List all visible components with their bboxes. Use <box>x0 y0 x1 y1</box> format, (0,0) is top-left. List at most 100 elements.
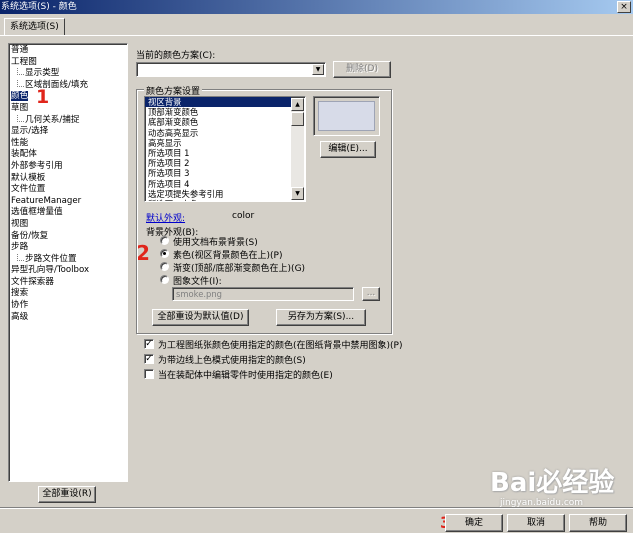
tree-item-label: 文件探索器 <box>11 276 54 287</box>
tree-item[interactable]: 外部参考引用 <box>9 161 127 173</box>
tree-item-label: 搜索 <box>11 288 29 299</box>
tree-item-label: 显示类型 <box>25 68 60 79</box>
image-file-input[interactable]: smoke.png <box>172 287 354 301</box>
background-radio-label[interactable]: 使用文档布景背景(S) <box>173 235 258 248</box>
scheme-select[interactable]: ▼ <box>136 62 326 77</box>
cancel-button[interactable]: 取消 <box>507 514 565 532</box>
tree-item[interactable]: 步路 <box>9 242 127 254</box>
scroll-thumb[interactable] <box>291 112 304 126</box>
help-button[interactable]: 帮助 <box>569 514 627 532</box>
close-icon: × <box>620 2 628 12</box>
tree-item[interactable]: 视图 <box>9 219 127 231</box>
option-checkbox-label[interactable]: 为工程图纸张颜色使用指定的颜色(在图纸背景中禁用图象)(P) <box>158 338 402 351</box>
color-list-item[interactable]: 选定项提失参考引用 <box>145 189 291 199</box>
color-swatch <box>318 101 375 131</box>
tree-item[interactable]: 显示类型 <box>9 68 127 80</box>
tree-item-label: 步路文件位置 <box>25 253 77 264</box>
delete-scheme-button[interactable]: 删除(D) <box>333 61 391 78</box>
tree-item[interactable]: 高级 <box>9 312 127 324</box>
option-checkbox[interactable] <box>144 369 154 379</box>
tree-item-label: 性能 <box>11 137 29 148</box>
edit-color-button[interactable]: 编辑(E)... <box>320 141 376 158</box>
window-title: 系统选项(S) - 颜色 <box>1 2 77 12</box>
baidu-watermark: Bai必经验 <box>490 468 615 498</box>
category-tree[interactable]: 普通 工程图 显示类型 区域剖面线/填充 颜色 草图 几何关系/捕捉 显示/选择 性能 装配体 外部… <box>8 43 128 482</box>
title-bar: 系统选项(S) - 颜色 × <box>0 0 633 14</box>
tree-item-label: FeatureManager <box>11 195 82 206</box>
default-appearance-link[interactable]: 默认外观: <box>146 211 185 224</box>
tree-item[interactable]: 区域剖面线/填充 <box>9 79 127 92</box>
tree-item[interactable]: 异型孔向导/Toolbox <box>9 265 127 277</box>
save-scheme-button[interactable]: 另存为方案(S)... <box>276 309 366 326</box>
tree-item-label: 草图 <box>11 102 29 113</box>
color-list-item[interactable]: 所选项目 3 <box>145 168 291 178</box>
tree-item-label: 默认模板 <box>11 172 46 183</box>
tree-item-label: 显示/选择 <box>11 126 49 137</box>
browse-button[interactable]: ... <box>362 287 380 301</box>
default-appearance-value: color <box>232 211 255 221</box>
color-item-list[interactable]: 视区背景 顶部渐变颜色 底部渐变颜色 动态高亮显示 高亮显示 所选项目 1 所选项目 2 所选… <box>144 96 306 202</box>
tree-item[interactable]: 协作 <box>9 300 127 312</box>
tree-item[interactable]: 草图 <box>9 103 127 115</box>
tree-item[interactable]: 装配体 <box>9 149 127 161</box>
tree-item[interactable]: 默认模板 <box>9 173 127 185</box>
color-list-item[interactable]: 所选项目 4 <box>145 179 291 189</box>
dropdown-arrow-icon[interactable]: ▼ <box>312 64 324 75</box>
tree-item-label: 外部参考引用 <box>11 160 63 171</box>
tree-item[interactable]: 搜索 <box>9 288 127 300</box>
color-list-item[interactable]: 所选项目 2 <box>145 158 291 168</box>
tree-item[interactable]: 普通 <box>9 45 127 57</box>
tree-item[interactable]: 步路文件位置 <box>9 253 127 266</box>
ok-button[interactable]: 确定 <box>445 514 503 532</box>
baidu-watermark-url: jingyan.baidu.com <box>500 498 584 508</box>
color-list-item[interactable]: 所选面，上色 <box>145 199 291 201</box>
color-list-item[interactable]: 顶部渐变颜色 <box>145 107 291 117</box>
option-checkbox-label[interactable]: 当在装配体中编辑零件时使用指定的颜色(E) <box>158 368 333 381</box>
close-button[interactable]: × <box>617 1 631 13</box>
background-radio-label[interactable]: 素色(视区背景颜色在上)(P) <box>173 248 282 261</box>
tree-item-label: 选值框增量值 <box>11 207 63 218</box>
background-radio-label[interactable]: 图象文件(I): <box>173 274 222 287</box>
option-checkbox-label[interactable]: 为带边线上色模式使用指定的颜色(S) <box>158 353 306 366</box>
tree-item-label: 颜色 <box>11 91 29 102</box>
scheme-label: 当前的颜色方案(C): <box>136 51 216 61</box>
color-list-item[interactable]: 视区背景 <box>145 97 291 108</box>
tree-item-label: 几何关系/捕捉 <box>25 114 80 125</box>
color-list-item[interactable]: 动态高亮显示 <box>145 128 291 138</box>
tree-item[interactable]: 工程图 <box>9 57 127 69</box>
tree-item[interactable]: 文件探索器 <box>9 277 127 289</box>
tree-item[interactable]: 备份/恢复 <box>9 231 127 243</box>
color-list-item[interactable]: 高亮显示 <box>145 138 291 148</box>
tree-item[interactable]: 显示/选择 <box>9 126 127 138</box>
tree-item[interactable]: 选值框增量值 <box>9 207 127 219</box>
scroll-up-icon[interactable]: ▲ <box>291 98 304 111</box>
tree-item[interactable]: 文件位置 <box>9 184 127 196</box>
tree-item[interactable]: 几何关系/捕捉 <box>9 114 127 127</box>
tree-item-label: 装配体 <box>11 149 37 160</box>
background-radio[interactable] <box>160 262 169 271</box>
color-preview <box>313 96 380 136</box>
tree-item-label: 视图 <box>11 218 29 229</box>
background-radio[interactable] <box>160 249 169 258</box>
tree-item-label: 文件位置 <box>11 184 46 195</box>
color-list-item[interactable]: 所选项目 1 <box>145 148 291 158</box>
tab-system-options[interactable]: 系统选项(S) <box>4 18 65 36</box>
background-radio[interactable] <box>160 236 169 245</box>
tree-item-label: 步路 <box>11 242 29 253</box>
list-scrollbar[interactable]: ▲ ▼ <box>291 98 304 200</box>
tree-item-label: 工程图 <box>11 56 37 67</box>
tree-item-label: 普通 <box>11 45 29 55</box>
reset-defaults-button[interactable]: 全部重设为默认值(D) <box>152 309 249 326</box>
option-checkbox[interactable]: ✓ <box>144 339 154 349</box>
option-checkbox[interactable]: ✓ <box>144 354 154 364</box>
color-list-item[interactable]: 底部渐变颜色 <box>145 117 291 127</box>
tree-item-label: 备份/恢复 <box>11 230 49 241</box>
scroll-down-icon[interactable]: ▼ <box>291 187 304 200</box>
tree-item[interactable]: 性能 <box>9 138 127 150</box>
tree-item-label: 区域剖面线/填充 <box>25 79 89 90</box>
background-radio-label[interactable]: 渐变(顶部/底部渐变颜色在上)(G) <box>173 261 305 274</box>
reset-all-button[interactable]: 全部重设(R) <box>38 486 96 503</box>
tree-item[interactable]: FeatureManager <box>9 196 127 208</box>
background-radio[interactable] <box>160 275 169 284</box>
tree-item[interactable]: 颜色 <box>9 91 127 103</box>
